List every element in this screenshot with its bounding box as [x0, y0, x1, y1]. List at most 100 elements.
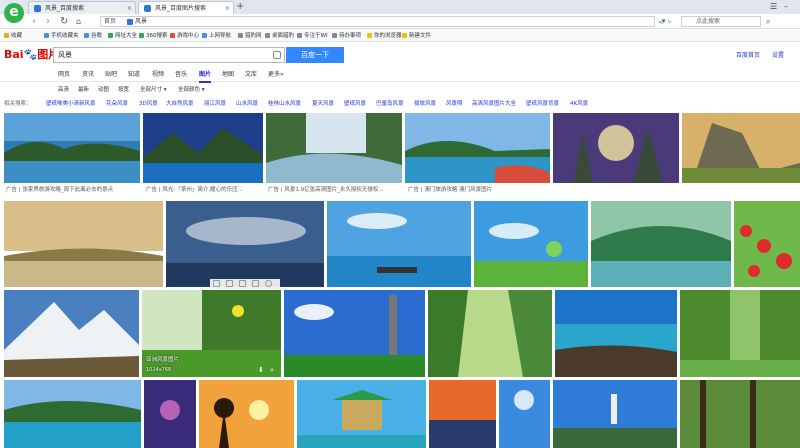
related-link[interactable]: 拔旅风景 [414, 98, 436, 110]
address-bar[interactable]: 首页 风景 ⋖ ϟ [100, 16, 672, 27]
forward-icon[interactable]: › [46, 15, 50, 28]
landscape-image[interactable] [266, 113, 402, 183]
related-link[interactable]: 桂林山水风景 [268, 98, 301, 110]
bookmark-item[interactable]: 收藏 [4, 30, 22, 42]
filter-size-dropdown[interactable]: 全部尺寸 ▾ [140, 84, 167, 96]
landscape-image[interactable] [297, 380, 426, 448]
bookmark-item[interactable]: 新建文件 [402, 30, 431, 42]
ad-link[interactable]: 广告 | 张家界旅游攻略_周下此离必去的景点 [6, 185, 140, 195]
new-tab-button[interactable]: + [236, 0, 244, 13]
tab-web[interactable]: 网页 [58, 68, 70, 81]
tab-baidu-images[interactable]: 风景_百度图片搜索 × [138, 1, 234, 14]
landscape-image[interactable] [428, 290, 552, 377]
back-icon[interactable]: ‹ [32, 15, 36, 28]
landscape-image[interactable] [682, 113, 800, 183]
camera-icon[interactable] [273, 51, 281, 59]
browser-search-box[interactable]: 点此搜索 [681, 16, 761, 27]
ad-link[interactable]: 广告 | 澳门旅游攻略 澳门风景图片 [408, 185, 548, 195]
related-link[interactable]: 壁纸风景背景 [526, 98, 559, 110]
tab-map[interactable]: 地图 [222, 68, 234, 81]
filter-hd[interactable]: 高清 [58, 84, 69, 96]
filter-color-dropdown[interactable]: 全部颜色 ▾ [178, 84, 205, 96]
landscape-image[interactable] [555, 290, 677, 377]
refresh-icon[interactable]: ↻ [60, 15, 68, 28]
tab-wenku[interactable]: 文库 [245, 68, 257, 81]
landscape-image[interactable] [166, 201, 324, 287]
download-icon[interactable]: ⬇ [258, 366, 264, 374]
landscape-image[interactable] [4, 290, 139, 377]
minimize-icon[interactable]: – [784, 0, 788, 13]
similar-icon[interactable] [213, 280, 220, 287]
landscape-image[interactable] [143, 113, 263, 183]
image-search-input[interactable]: 风景 [53, 47, 285, 63]
tab-more[interactable]: 更多» [268, 68, 284, 81]
landscape-image[interactable] [4, 380, 141, 448]
related-link[interactable]: 大自然风景 [166, 98, 194, 110]
related-link[interactable]: 4K风景 [570, 98, 588, 110]
related-link[interactable]: 巴厘岛风景 [376, 98, 404, 110]
landscape-image[interactable] [474, 201, 588, 287]
related-link[interactable]: 壁纸风景 [344, 98, 366, 110]
bookmark-item[interactable]: 猎豹网 [238, 30, 262, 42]
related-link[interactable]: 花朵风景 [106, 98, 128, 110]
menu-icon[interactable]: ☰ [770, 0, 777, 13]
bookmark-item[interactable]: 手机收藏夹 [44, 30, 79, 42]
share-icon[interactable] [252, 280, 259, 287]
related-link[interactable]: 壁纸唯美小清新风景 [46, 98, 96, 110]
landscape-image[interactable] [680, 380, 800, 448]
expand-icon[interactable] [226, 280, 233, 287]
bookmark-item[interactable]: 360搜索 [139, 30, 168, 42]
settings-link[interactable]: 设置 [772, 50, 784, 59]
bookmark-item[interactable]: 专注于WI [297, 30, 328, 42]
edit-icon[interactable] [239, 280, 246, 287]
landscape-image[interactable] [429, 380, 496, 448]
zoom-icon[interactable]: ⌕ [270, 366, 274, 375]
tab-baidu-search[interactable]: 风景_百度搜索 × [28, 1, 136, 14]
dropdown-chevron-icon[interactable]: ▾ [662, 15, 666, 28]
bookmark-item[interactable]: 谷歌 [84, 30, 102, 42]
related-link[interactable]: 风景照 [446, 98, 463, 110]
search-button[interactable]: 百度一下 [286, 47, 344, 63]
filter-animated[interactable]: 动图 [98, 84, 109, 96]
landscape-image[interactable] [499, 380, 550, 448]
ad-link[interactable]: 广告 | 风景1.9亿张高清图片_永久授权无侵权... [268, 185, 404, 195]
tab-music[interactable]: 音乐 [175, 68, 187, 81]
tab-video[interactable]: 视频 [152, 68, 164, 81]
related-link[interactable]: 夏天风景 [312, 98, 334, 110]
ad-link[interactable]: 广告 | 风光-「茶州」简介,暖心的乐压... [146, 185, 264, 195]
lightning-icon[interactable]: ϟ [667, 17, 672, 27]
filter-latest[interactable]: 最新 [78, 84, 89, 96]
related-link[interactable]: 丽江风景 [204, 98, 226, 110]
tab-images[interactable]: 图片 [199, 68, 212, 83]
tab-zhidao[interactable]: 知道 [128, 68, 140, 81]
home-icon[interactable]: ⌂ [76, 15, 81, 28]
bookmark-item[interactable]: 待办事项 [332, 30, 361, 42]
landscape-image[interactable] [405, 113, 550, 183]
tab-news[interactable]: 资讯 [82, 68, 94, 81]
baidu-home-link[interactable]: 百度首页 [736, 50, 760, 59]
landscape-image[interactable] [734, 201, 800, 287]
landscape-image[interactable] [553, 113, 679, 183]
bookmark-item[interactable]: 上网导航 [202, 30, 231, 42]
landscape-image[interactable] [591, 201, 731, 287]
baidu-logo[interactable]: Bai🐾图片 [4, 48, 59, 62]
landscape-image[interactable] [680, 290, 800, 377]
landscape-image[interactable] [144, 380, 196, 448]
tab-tieba[interactable]: 贴吧 [105, 68, 117, 81]
landscape-image[interactable] [284, 290, 425, 377]
landscape-image[interactable] [199, 380, 294, 448]
bookmark-item[interactable]: 网址大全 [108, 30, 137, 42]
landscape-image[interactable] [4, 113, 140, 183]
favorite-icon[interactable] [265, 280, 272, 287]
landscape-image[interactable] [553, 380, 677, 448]
filter-wide[interactable]: 按宽 [118, 84, 129, 96]
landscape-image[interactable] [4, 201, 163, 287]
bookmark-item[interactable]: 游戏中心 [170, 30, 199, 42]
bookmark-item[interactable]: 你的浏览器 [367, 30, 402, 42]
landscape-image[interactable] [327, 201, 471, 287]
search-icon[interactable]: ⌕ [766, 15, 770, 28]
related-link[interactable]: 山水风景 [236, 98, 258, 110]
bookmark-item[interactable]: 桌面猎豹 [265, 30, 294, 42]
related-link[interactable]: 3D风景 [139, 98, 158, 110]
related-link[interactable]: 高清风景图片大全 [472, 98, 516, 110]
